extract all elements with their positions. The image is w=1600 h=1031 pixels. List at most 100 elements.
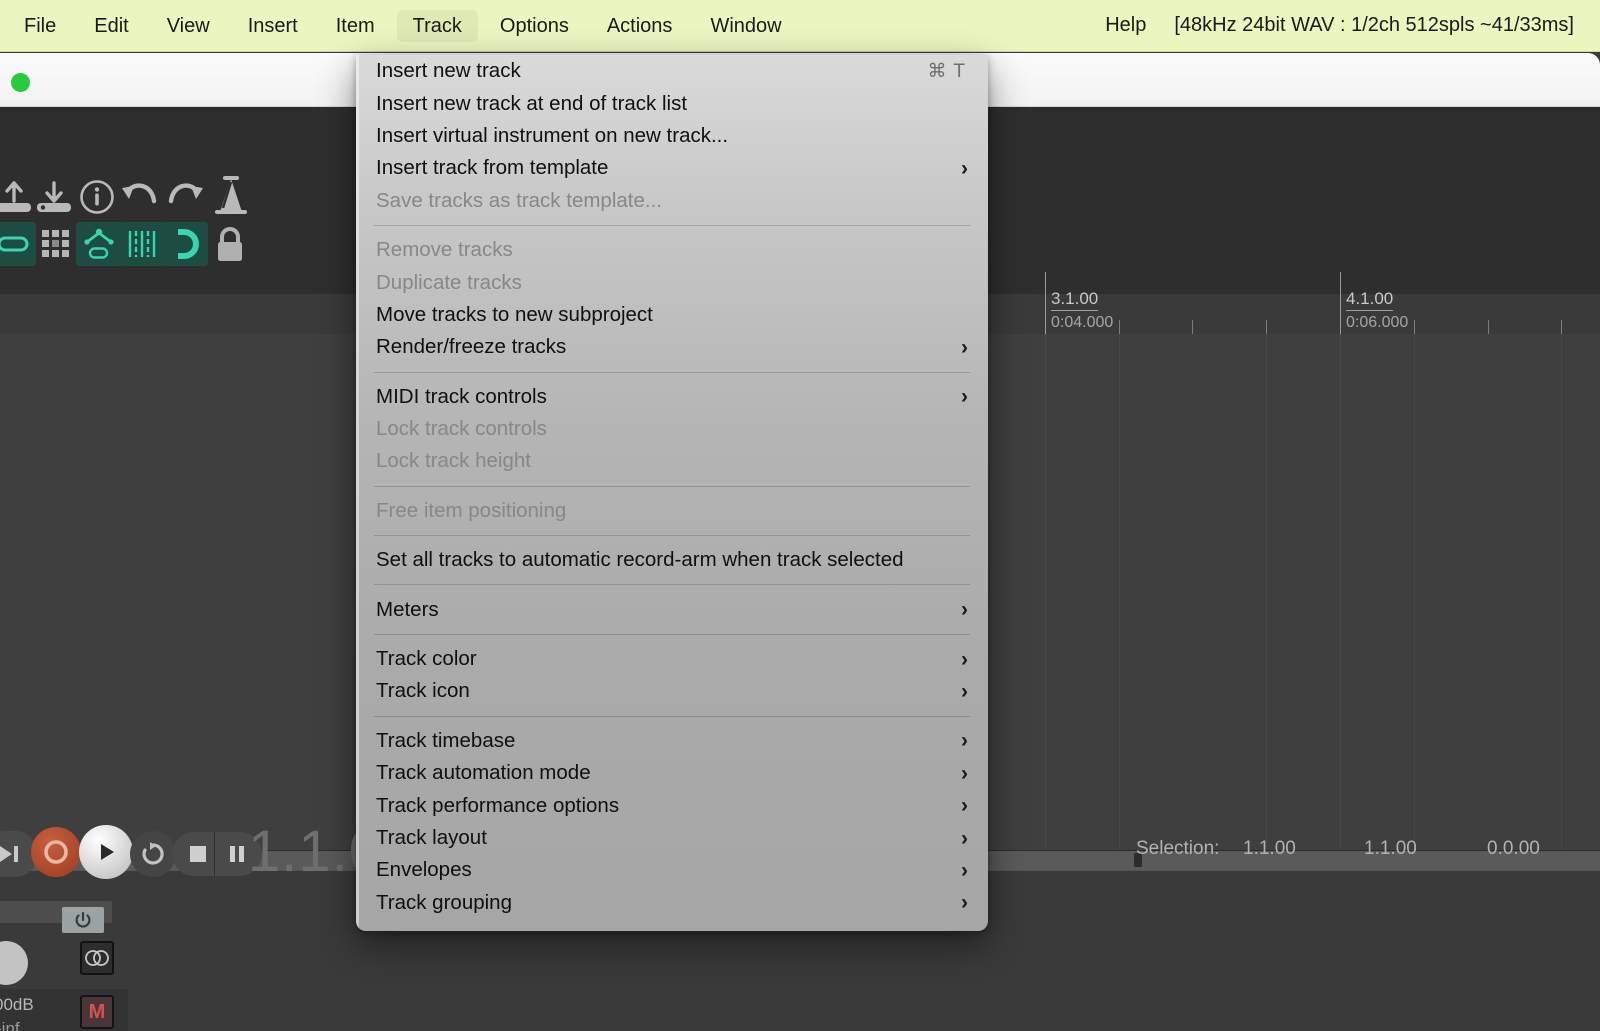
menu-item-label: Remove tracks [376, 238, 968, 262]
pan-knob[interactable] [0, 941, 28, 985]
menu-bar-right: Help[48kHz 24bit WAV : 1/2ch 512spls ~41… [1091, 8, 1600, 43]
menu-item-label: Render/freeze tracks [376, 335, 961, 359]
group-override-icon[interactable] [76, 222, 122, 266]
menu-item-set-all-tracks-to-automatic-record-arm-when-track-selected[interactable]: Set all tracks to automatic record-arm w… [356, 544, 988, 576]
menu-item-label: Insert virtual instrument on new track..… [376, 124, 968, 148]
menu-separator [374, 225, 970, 226]
menu-track[interactable]: Track [397, 10, 478, 42]
grid-line [1414, 334, 1415, 850]
menu-bar: FileEditViewInsertItemTrackOptionsAction… [0, 0, 1600, 52]
open-project-icon[interactable] [32, 175, 76, 219]
menu-item-label: Track icon [376, 679, 961, 703]
mute-button[interactable]: M [80, 995, 114, 1029]
menu-item-label: Track performance options [376, 794, 961, 818]
metronome-icon[interactable] [208, 173, 254, 221]
menu-item-label: Track grouping [376, 891, 961, 915]
chevron-right-icon: › [961, 892, 968, 913]
menu-insert[interactable]: Insert [232, 10, 314, 42]
menu-separator [374, 584, 970, 585]
menu-item-envelopes[interactable]: Envelopes› [356, 854, 988, 886]
info-icon[interactable] [75, 175, 119, 219]
grid-line [1561, 334, 1562, 850]
menu-item-midi-track-controls[interactable]: MIDI track controls› [356, 381, 988, 413]
menu-item-label: Free item positioning [376, 499, 968, 523]
undo-icon[interactable] [118, 175, 162, 219]
menu-item-track-grouping[interactable]: Track grouping› [356, 887, 988, 919]
menu-item-insert-new-track[interactable]: Insert new track⌘ T [356, 55, 988, 87]
menu-item-move-tracks-to-new-subproject[interactable]: Move tracks to new subproject [356, 299, 988, 331]
time-label: 0:04.000 [1051, 314, 1113, 332]
magnet-snap-icon[interactable] [162, 222, 208, 266]
bar-label: 3.1.00 [1051, 290, 1098, 311]
menu-item[interactable]: Item [320, 10, 391, 42]
grid-icon[interactable] [33, 222, 79, 266]
menu-item-label: Duplicate tracks [376, 271, 968, 295]
chevron-right-icon: › [961, 649, 968, 670]
selection-end-value[interactable]: 1.1.00 [1364, 838, 1417, 860]
menu-item-insert-new-track-at-end-of-track-list[interactable]: Insert new track at end of track list [356, 87, 988, 119]
pause-button[interactable] [214, 832, 258, 876]
menu-item-track-color[interactable]: Track color› [356, 643, 988, 675]
menu-file[interactable]: File [8, 10, 72, 42]
chevron-right-icon: › [961, 681, 968, 702]
grid-line [1045, 334, 1046, 850]
menu-separator [374, 535, 970, 536]
menu-item-remove-tracks: Remove tracks [356, 234, 988, 266]
bar-marker [1340, 272, 1341, 334]
menu-item-insert-track-from-template[interactable]: Insert track from template› [356, 152, 988, 184]
selection-start-value[interactable]: 1.1.00 [1243, 838, 1296, 860]
chevron-right-icon: › [961, 337, 968, 358]
menu-item-render-freeze-tracks[interactable]: Render/freeze tracks› [356, 331, 988, 363]
lock-icon[interactable] [208, 223, 252, 267]
audio-status-readout[interactable]: [48kHz 24bit WAV : 1/2ch 512spls ~41/33m… [1160, 8, 1600, 43]
menu-item-label: Track automation mode [376, 761, 961, 785]
menu-item-track-icon[interactable]: Track icon› [356, 675, 988, 707]
menu-item-insert-virtual-instrument-on-new-track[interactable]: Insert virtual instrument on new track..… [356, 120, 988, 152]
menu-window[interactable]: Window [694, 10, 797, 42]
mixer-strip: 00dB -inf M [0, 893, 200, 1031]
save-project-icon[interactable] [0, 175, 36, 219]
grid-snap-icon[interactable] [119, 222, 165, 266]
menu-actions[interactable]: Actions [591, 10, 689, 42]
beat-marker [1192, 320, 1193, 334]
redo-icon[interactable] [163, 175, 207, 219]
menu-item-label: Insert new track at end of track list [376, 92, 968, 116]
peak-value: -inf [0, 1019, 20, 1031]
menu-view[interactable]: View [151, 10, 226, 42]
chevron-right-icon: › [961, 599, 968, 620]
menu-item-label: Insert track from template [376, 156, 961, 180]
stereo-phase-button[interactable] [80, 941, 114, 975]
chevron-right-icon: › [961, 730, 968, 751]
chevron-right-icon: › [961, 795, 968, 816]
volume-fader-track[interactable] [0, 901, 112, 923]
menu-help[interactable]: Help [1091, 8, 1160, 43]
menu-item-save-tracks-as-track-template: Save tracks as track template... [356, 185, 988, 217]
beat-marker [1414, 320, 1415, 334]
grid-line [1119, 334, 1120, 850]
menu-item-label: Track layout [376, 826, 961, 850]
track-menu-dropdown[interactable]: Insert new track⌘ T Insert new track at e… [356, 55, 988, 931]
ripple-edit-icon[interactable] [0, 222, 36, 266]
menu-item-label: Move tracks to new subproject [376, 303, 968, 327]
power-toggle-button[interactable] [62, 907, 104, 933]
menu-item-track-automation-mode[interactable]: Track automation mode› [356, 757, 988, 789]
chevron-right-icon: › [961, 158, 968, 179]
menu-options[interactable]: Options [484, 10, 585, 42]
menu-item-track-timebase[interactable]: Track timebase› [356, 725, 988, 757]
menu-item-label: Set all tracks to automatic record-arm w… [376, 548, 968, 572]
menu-separator [374, 716, 970, 717]
menu-item-label: Lock track height [376, 449, 968, 473]
beat-marker [1119, 320, 1120, 334]
menu-edit[interactable]: Edit [78, 10, 144, 42]
selection-label: Selection: [1136, 838, 1219, 860]
menu-item-duplicate-tracks: Duplicate tracks [356, 266, 988, 298]
stereo-phase-icon [84, 949, 110, 967]
menu-item-track-performance-options[interactable]: Track performance options› [356, 789, 988, 821]
menu-item-label: Envelopes [376, 858, 961, 882]
menu-item-label: Lock track controls [376, 417, 968, 441]
menu-item-meters[interactable]: Meters› [356, 593, 988, 625]
selection-length-value[interactable]: 0.0.00 [1487, 838, 1540, 860]
menu-item-track-layout[interactable]: Track layout› [356, 822, 988, 854]
grid-line [1340, 334, 1341, 850]
volume-db-value[interactable]: 00dB [0, 995, 34, 1015]
